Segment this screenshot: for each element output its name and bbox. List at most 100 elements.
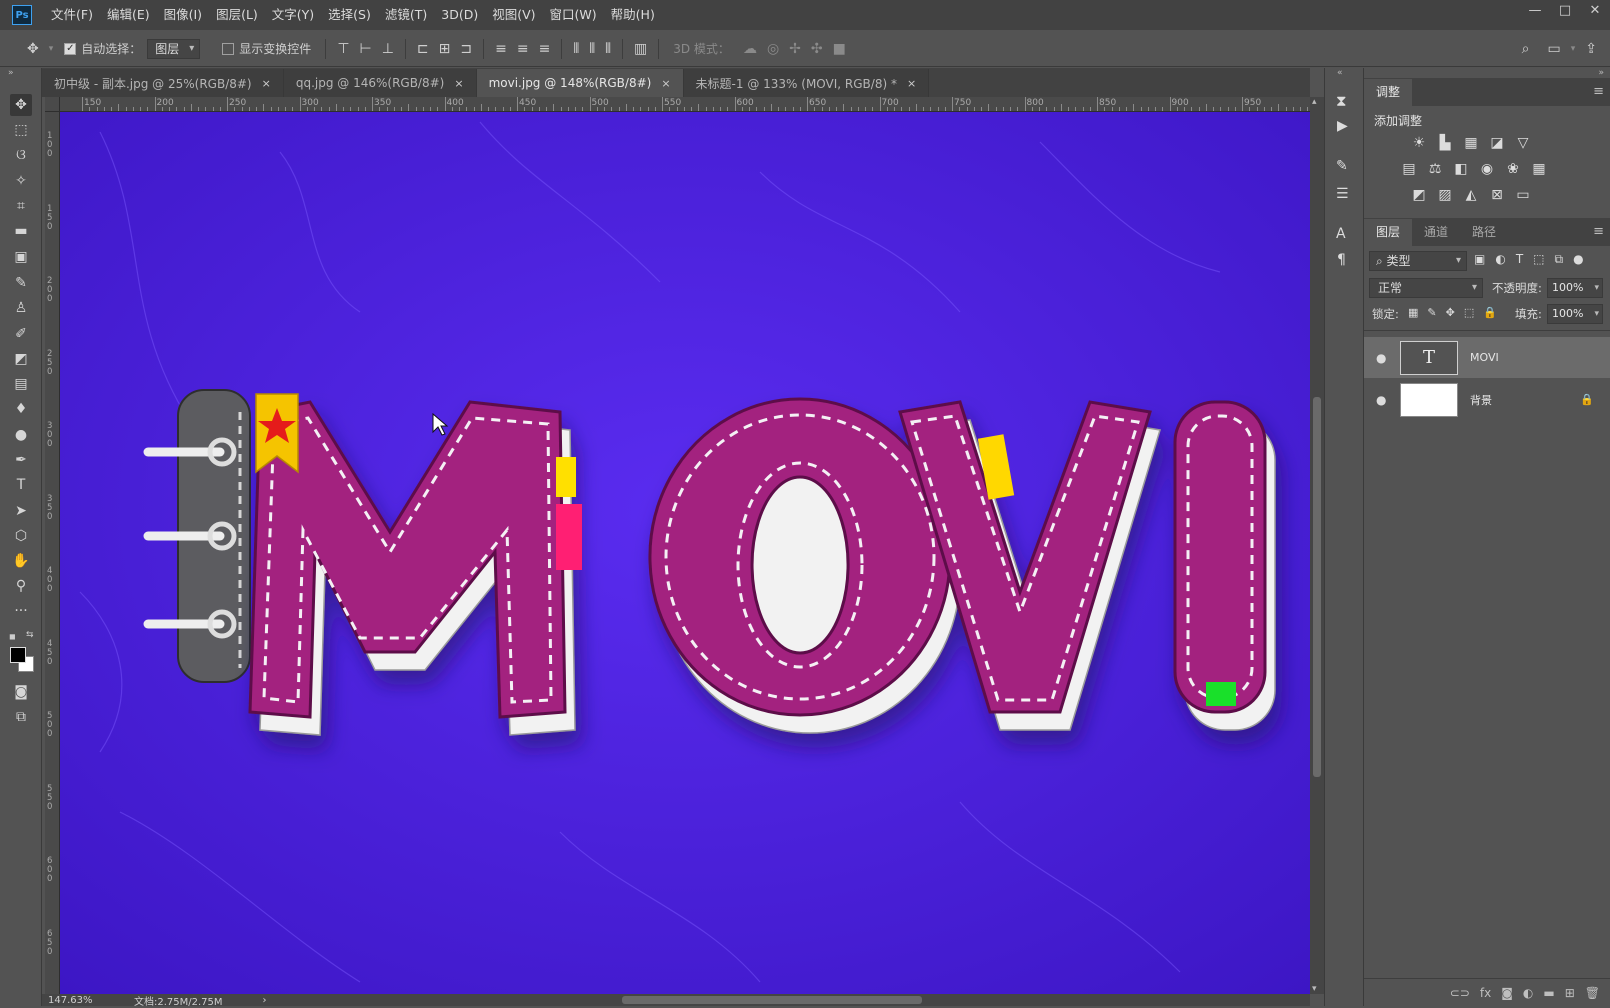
lock-transparent-icon[interactable]: ▦ — [1408, 306, 1418, 319]
auto-select-checkbox[interactable]: ✓ — [64, 42, 77, 55]
eraser-tool-icon[interactable]: ◩ — [10, 348, 32, 370]
align-hcenter-icon[interactable]: ⊞ — [434, 41, 456, 57]
panel-menu-icon[interactable]: ≡ — [1593, 224, 1604, 239]
pan-3d-icon[interactable]: ✢ — [784, 41, 806, 57]
align-left-icon[interactable]: ⊏ — [412, 41, 434, 57]
stamp-tool-icon[interactable]: ♙ — [10, 297, 32, 319]
pen-tool-icon[interactable]: ✒ — [10, 449, 32, 471]
link-layers-icon[interactable]: ⊂⊃ — [1450, 986, 1470, 1000]
menu-window[interactable]: 窗口(W) — [543, 0, 604, 30]
restore-button[interactable]: □ — [1550, 0, 1580, 24]
exposure-icon[interactable]: ◪ — [1488, 134, 1506, 152]
marquee-tool-icon[interactable]: ⬚ — [10, 119, 32, 141]
blend-mode-dropdown[interactable]: 正常 ▾ — [1369, 278, 1483, 298]
selective-color-icon[interactable]: ⊠ — [1488, 186, 1506, 204]
default-colors-icon[interactable]: ◼ — [9, 632, 16, 641]
layer-name[interactable]: 背景 — [1470, 392, 1492, 408]
vertical-scroll-thumb[interactable] — [1313, 397, 1321, 777]
shape-tool-icon[interactable]: ⬡ — [10, 525, 32, 547]
lock-position-icon[interactable]: ✥ — [1446, 306, 1455, 319]
close-icon[interactable]: × — [661, 77, 670, 90]
eye-icon[interactable]: ● — [1376, 393, 1390, 407]
distribute-vcenter-icon[interactable]: ≡ — [512, 41, 534, 57]
panel-menu-icon[interactable]: ≡ — [1593, 84, 1604, 99]
dodge-tool-icon[interactable]: ● — [10, 424, 32, 446]
ruler-vertical[interactable]: 100 150 200 250 300 350 400 450 500 550 600 650 — [45, 112, 60, 994]
vertical-scrollbar[interactable]: ▴ ▾ — [1310, 97, 1324, 994]
invert-icon[interactable]: ◩ — [1410, 186, 1428, 204]
collapse-panels-icon[interactable]: » — [1598, 68, 1604, 78]
chevron-down-icon[interactable]: ▾ — [1566, 44, 1581, 54]
layer-style-icon[interactable]: fx — [1480, 986, 1491, 1000]
layer-filter-dropdown[interactable]: ⌕ 类型 ▾ — [1369, 251, 1467, 271]
tab-paths[interactable]: 路径 — [1460, 219, 1508, 246]
scroll-down-icon[interactable]: ▾ — [1312, 984, 1317, 994]
magic-wand-tool-icon[interactable]: ✧ — [10, 170, 32, 192]
screen-mode-icon[interactable]: ⧉ — [10, 706, 32, 728]
align-top-icon[interactable]: ⊤ — [332, 41, 354, 57]
orbit-3d-icon[interactable]: ☁ — [738, 41, 762, 57]
menu-file[interactable]: 文件(F) — [44, 0, 100, 30]
close-icon[interactable]: × — [454, 77, 463, 90]
show-transform-checkbox[interactable] — [222, 42, 235, 55]
lasso-tool-icon[interactable]: ଓ — [10, 144, 32, 166]
menu-3d[interactable]: 3D(D) — [434, 0, 485, 30]
threshold-icon[interactable]: ◭ — [1462, 186, 1480, 204]
levels-icon[interactable]: ▙ — [1436, 134, 1454, 152]
opacity-input[interactable]: 100% ▾ — [1547, 278, 1603, 298]
hue-saturation-icon[interactable]: ▤ — [1400, 160, 1418, 178]
path-select-tool-icon[interactable]: ➤ — [10, 500, 32, 522]
vibrance-icon[interactable]: ▽ — [1514, 134, 1532, 152]
more-tools-icon[interactable]: ··· — [10, 600, 32, 622]
menu-select[interactable]: 选择(S) — [321, 0, 378, 30]
ruler-origin[interactable] — [45, 97, 60, 112]
ruler-tool-icon[interactable]: ▬ — [10, 220, 32, 242]
new-fill-adjustment-icon[interactable]: ◐ — [1523, 986, 1533, 1000]
auto-select-target-dropdown[interactable]: 图层 — [147, 38, 201, 59]
filter-pixel-icon[interactable]: ▣ — [1474, 252, 1485, 267]
tab-channels[interactable]: 通道 — [1412, 219, 1460, 246]
workspace-icon[interactable]: ▭ — [1543, 41, 1566, 57]
delete-layer-icon[interactable]: 🗑 — [1585, 986, 1600, 1000]
search-icon[interactable]: ⌕ — [1517, 41, 1535, 57]
color-balance-icon[interactable]: ⚖ — [1426, 160, 1444, 178]
tab-document-3[interactable]: movi.jpg @ 148%(RGB/8#) × — [476, 69, 684, 97]
slide-3d-icon[interactable]: ✣ — [806, 41, 828, 57]
menu-layer[interactable]: 图层(L) — [209, 0, 265, 30]
color-lookup-icon[interactable]: ▦ — [1530, 160, 1548, 178]
paragraph-panel-icon[interactable]: ¶ — [1337, 252, 1346, 268]
auto-align-icon[interactable]: ▥ — [629, 41, 652, 57]
zoom-tool-icon[interactable]: ⚲ — [10, 575, 32, 597]
tab-adjustments[interactable]: 调整 — [1364, 79, 1413, 106]
distribute-right-icon[interactable]: ⫴ — [600, 41, 616, 57]
foreground-color-swatch[interactable] — [10, 647, 26, 663]
layer-row-background[interactable]: ● 背景 🔒 — [1364, 379, 1610, 420]
expand-panels-icon[interactable]: « — [1337, 68, 1343, 78]
collapse-toolbar-icon[interactable]: » — [8, 68, 14, 78]
new-layer-icon[interactable]: ⊞ — [1565, 986, 1575, 1000]
properties-panel-icon[interactable]: ☰ — [1336, 186, 1349, 202]
tab-document-1[interactable]: 初中级 - 副本.jpg @ 25%(RGB/8#) × — [42, 69, 284, 97]
actions-panel-icon[interactable]: ▶ — [1337, 118, 1348, 134]
brightness-contrast-icon[interactable]: ☀ — [1410, 134, 1428, 152]
roll-3d-icon[interactable]: ◎ — [762, 41, 784, 57]
horizontal-scroll-thumb[interactable] — [622, 996, 922, 1004]
camera-3d-icon[interactable]: ■ — [828, 41, 851, 57]
brush-tool-icon[interactable]: ✎ — [10, 272, 32, 294]
history-panel-icon[interactable]: ⧗ — [1336, 92, 1347, 110]
history-brush-tool-icon[interactable]: ✐ — [10, 323, 32, 345]
tab-layers[interactable]: 图层 — [1364, 219, 1413, 246]
lock-artboard-icon[interactable]: ⬚ — [1464, 306, 1474, 319]
align-right-icon[interactable]: ⊐ — [455, 41, 477, 57]
distribute-left-icon[interactable]: ⫴ — [568, 41, 584, 57]
filter-adjustment-icon[interactable]: ◐ — [1495, 252, 1505, 267]
ruler-horizontal[interactable]: 150 200 250 300 350 400 450 500 550 600 650 700 750 8… — [60, 97, 1310, 112]
distribute-hcenter-icon[interactable]: ⫴ — [584, 41, 600, 57]
add-mask-icon[interactable]: ◙ — [1501, 986, 1513, 1000]
patch-tool-icon[interactable]: ▣ — [10, 246, 32, 268]
black-white-icon[interactable]: ◧ — [1452, 160, 1470, 178]
filter-shape-icon[interactable]: ⬚ — [1533, 252, 1544, 267]
blur-tool-icon[interactable]: ♦ — [10, 398, 32, 420]
type-tool-icon[interactable]: T — [10, 474, 32, 496]
zoom-level[interactable]: 147.63% — [48, 995, 120, 1006]
